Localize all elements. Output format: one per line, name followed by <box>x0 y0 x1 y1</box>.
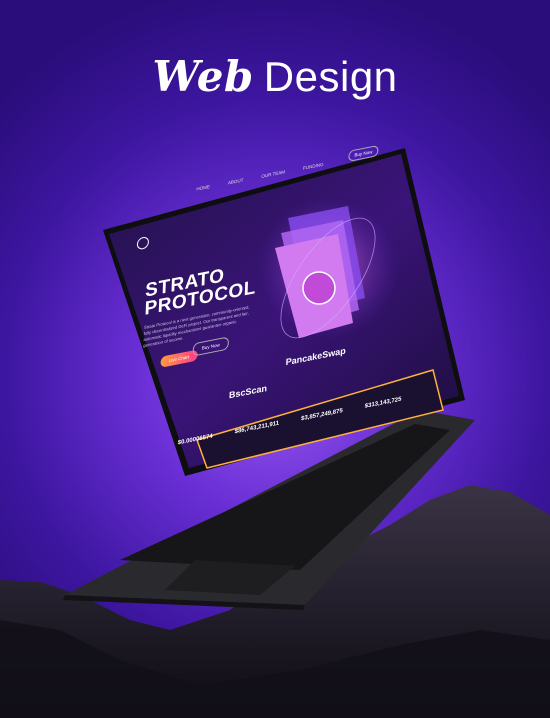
site-logo-icon <box>136 235 150 251</box>
nav-our-team[interactable]: OUR TEAM <box>261 169 285 179</box>
page-heading: Web Design <box>0 52 550 101</box>
nav-home[interactable]: HOME <box>196 184 210 192</box>
heading-script-word: Web <box>152 52 254 101</box>
site-nav: HOME ABOUT OUR TEAM FUNDING <box>196 162 323 192</box>
buy-now-button[interactable]: Buy Now <box>192 336 230 357</box>
live-chart-button[interactable]: Live Chart <box>160 349 198 368</box>
nav-funding[interactable]: FUNDING <box>303 162 324 171</box>
buy-now-header-button[interactable]: Buy Now <box>348 144 379 162</box>
nav-about[interactable]: ABOUT <box>228 177 244 185</box>
pancakeswap-logo: PancakeSwap <box>285 345 346 368</box>
bscscan-logo: BscScan <box>228 382 268 401</box>
heading-plain-word: Design <box>263 53 398 100</box>
